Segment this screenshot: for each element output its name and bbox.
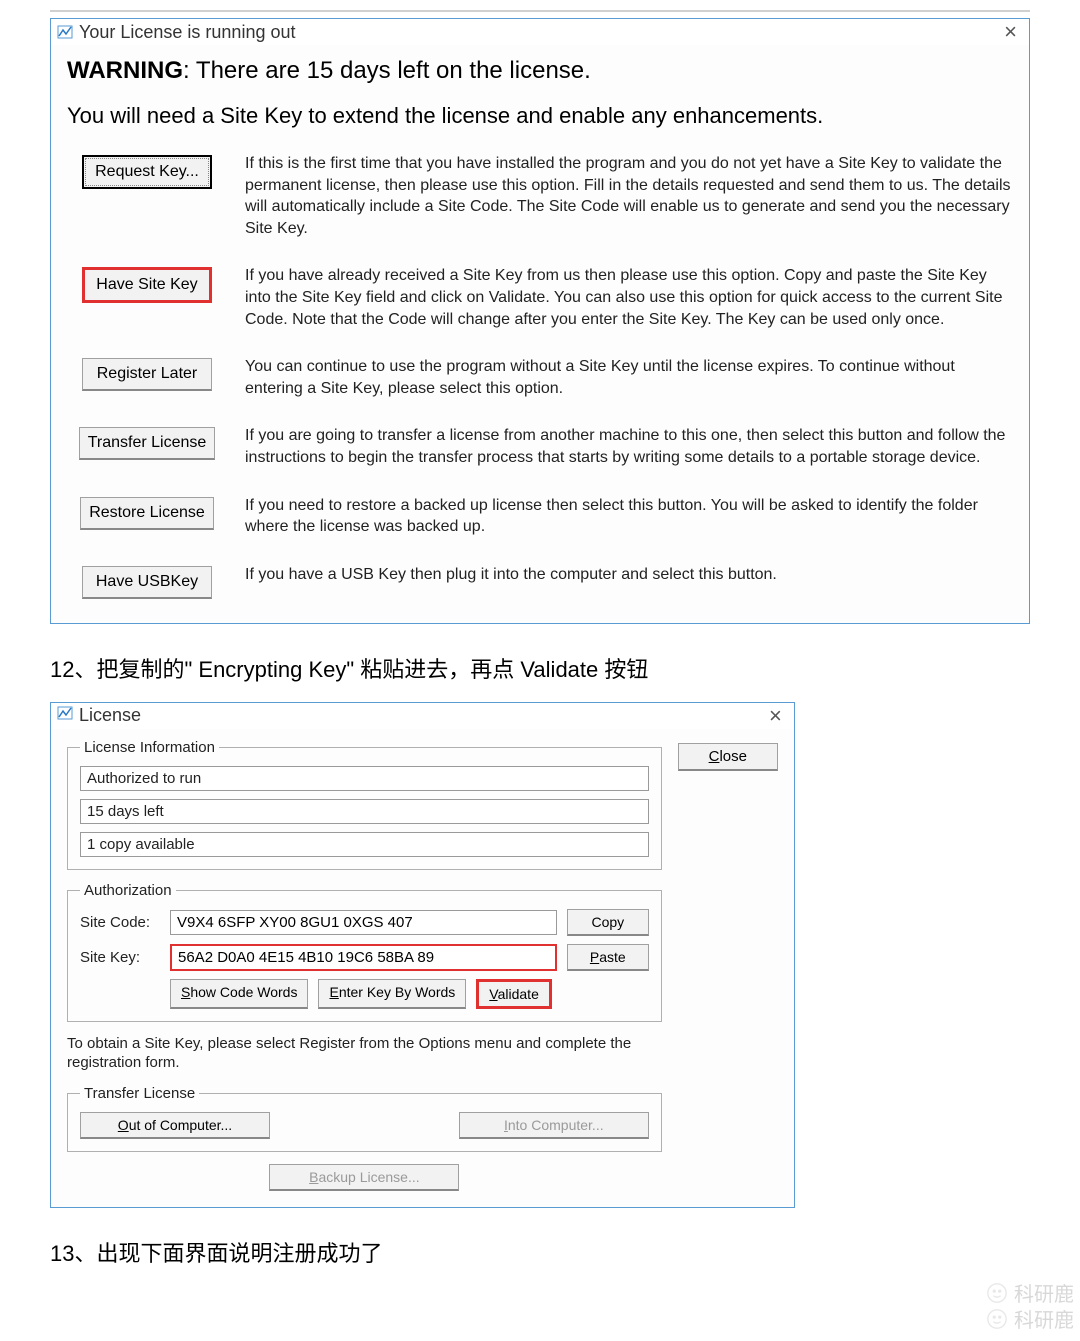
option-row: Request Key... If this is the first time… — [67, 153, 1013, 239]
authorization-legend: Authorization — [80, 882, 176, 899]
days-left-field: 15 days left — [80, 799, 649, 824]
copy-button[interactable]: Copy — [567, 909, 649, 936]
register-later-button[interactable]: Register Later — [82, 358, 212, 391]
request-key-button[interactable]: Request Key... — [82, 155, 212, 189]
request-key-desc: If this is the first time that you have … — [245, 153, 1013, 239]
have-site-key-desc: If you have already received a Site Key … — [245, 265, 1013, 330]
close-button[interactable]: Close — [678, 743, 778, 771]
site-code-input[interactable]: V9X4 6SFP XY00 8GU1 0XGS 407 — [170, 910, 557, 935]
app-icon — [57, 24, 73, 40]
license-info-group: License Information Authorized to run 15… — [67, 739, 662, 870]
transfer-legend: Transfer License — [80, 1085, 199, 1102]
info-text: To obtain a Site Key, please select Regi… — [67, 1034, 662, 1073]
show-code-words-button[interactable]: Show Code Words — [170, 979, 308, 1009]
authorization-group: Authorization Site Code: V9X4 6SFP XY00 … — [67, 882, 662, 1022]
app-icon — [57, 705, 73, 726]
dialog1-titlebar: Your License is running out × — [51, 19, 1029, 45]
option-row: Restore License If you need to restore a… — [67, 495, 1013, 538]
paste-button[interactable]: Paste — [567, 944, 649, 971]
warning-subhead: You will need a Site Key to extend the l… — [67, 103, 1013, 129]
step-13-text: 13、出现下面界面说明注册成功了 — [50, 1236, 1030, 1268]
dialog2-titlebar: License × — [51, 703, 794, 729]
close-icon[interactable]: × — [765, 705, 786, 727]
out-of-computer-button[interactable]: Out of Computer... — [80, 1112, 270, 1139]
site-code-label: Site Code: — [80, 914, 160, 931]
option-row: Register Later You can continue to use t… — [67, 356, 1013, 399]
restore-license-desc: If you need to restore a backed up licen… — [245, 495, 1013, 538]
transfer-license-button[interactable]: Transfer License — [79, 427, 216, 460]
have-usbkey-desc: If you have a USB Key then plug it into … — [245, 564, 1013, 586]
option-row: Transfer License If you are going to tra… — [67, 425, 1013, 468]
enter-key-by-words-button[interactable]: Enter Key By Words — [318, 979, 466, 1009]
have-usbkey-button[interactable]: Have USBKey — [82, 566, 212, 599]
into-computer-button[interactable]: Into Computer... — [459, 1112, 649, 1139]
warning-heading: WARNING: There are 15 days left on the l… — [67, 57, 1013, 85]
close-icon[interactable]: × — [1000, 21, 1021, 43]
dialog1-title: Your License is running out — [79, 22, 295, 43]
site-key-label: Site Key: — [80, 949, 160, 966]
license-dialog: License × License Information Authorized… — [50, 702, 795, 1208]
license-warning-dialog: Your License is running out × WARNING: T… — [50, 18, 1030, 624]
option-row: Have USBKey If you have a USB Key then p… — [67, 564, 1013, 599]
authorized-field: Authorized to run — [80, 766, 649, 791]
transfer-license-desc: If you are going to transfer a license f… — [245, 425, 1013, 468]
transfer-license-group: Transfer License Out of Computer... Into… — [67, 1085, 662, 1152]
option-row: Have Site Key If you have already receiv… — [67, 265, 1013, 330]
license-info-legend: License Information — [80, 739, 219, 756]
backup-license-button[interactable]: Backup License... — [269, 1164, 459, 1191]
dialog2-title: License — [79, 705, 141, 726]
site-key-input[interactable]: 56A2 D0A0 4E15 4B10 19C6 58BA 89 — [170, 944, 557, 971]
validate-button[interactable]: Validate — [476, 979, 552, 1009]
step-12-text: 12、把复制的" Encrypting Key" 粘贴进去，再点 Validat… — [50, 652, 1030, 684]
copies-field: 1 copy available — [80, 832, 649, 857]
restore-license-button[interactable]: Restore License — [80, 497, 214, 530]
have-site-key-button[interactable]: Have Site Key — [82, 267, 212, 303]
register-later-desc: You can continue to use the program with… — [245, 356, 1013, 399]
